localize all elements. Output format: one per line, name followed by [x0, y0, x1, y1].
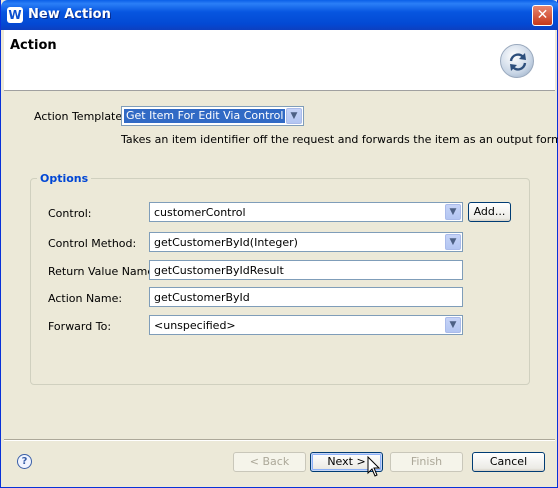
new-action-dialog: W New Action ✕ Action Action Template: G…: [0, 0, 558, 488]
control-method-label: Control Method:: [48, 237, 137, 250]
refresh-arrows-icon: [500, 44, 534, 78]
cancel-button[interactable]: Cancel: [472, 452, 545, 472]
back-button[interactable]: < Back: [233, 452, 306, 472]
chevron-down-icon[interactable]: ▼: [445, 317, 461, 333]
forward-to-select[interactable]: <unspecified> ▼: [149, 315, 463, 335]
control-label: Control:: [48, 207, 92, 220]
chevron-down-icon[interactable]: ▼: [445, 234, 461, 250]
forward-to-value: <unspecified>: [154, 319, 236, 332]
app-logo-icon: W: [7, 7, 23, 23]
action-name-input[interactable]: getCustomerById: [149, 287, 463, 307]
forward-to-label: Forward To:: [48, 320, 112, 333]
chevron-down-icon[interactable]: ▼: [445, 204, 461, 220]
control-value: customerControl: [154, 206, 246, 219]
finish-button[interactable]: Finish: [390, 452, 463, 472]
action-template-description: Takes an item identifier off the request…: [121, 133, 558, 146]
options-legend: Options: [37, 172, 92, 185]
mouse-pointer-icon: [367, 456, 381, 477]
control-select[interactable]: customerControl ▼: [149, 202, 463, 222]
control-method-select[interactable]: getCustomerById(Integer) ▼: [149, 232, 463, 252]
action-template-select[interactable]: Get Item For Edit Via Control ▼: [121, 106, 304, 126]
close-button[interactable]: ✕: [532, 5, 553, 26]
wizard-header: Action: [4, 30, 555, 91]
title-bar[interactable]: W New Action ✕: [1, 0, 558, 30]
action-template-label: Action Template:: [34, 110, 126, 123]
chevron-down-icon[interactable]: ▼: [286, 108, 302, 124]
help-icon[interactable]: ?: [17, 454, 32, 469]
action-template-value: Get Item For Edit Via Control: [124, 109, 286, 123]
footer-separator: [4, 439, 555, 441]
control-method-value: getCustomerById(Integer): [154, 236, 298, 249]
return-value-name-input[interactable]: getCustomerByIdResult: [149, 260, 463, 280]
window-title: New Action: [28, 7, 111, 22]
add-control-button[interactable]: Add...: [468, 202, 511, 222]
return-value-name-label: Return Value Name:: [48, 265, 158, 278]
page-title: Action: [10, 38, 57, 53]
action-name-label: Action Name:: [48, 292, 123, 305]
